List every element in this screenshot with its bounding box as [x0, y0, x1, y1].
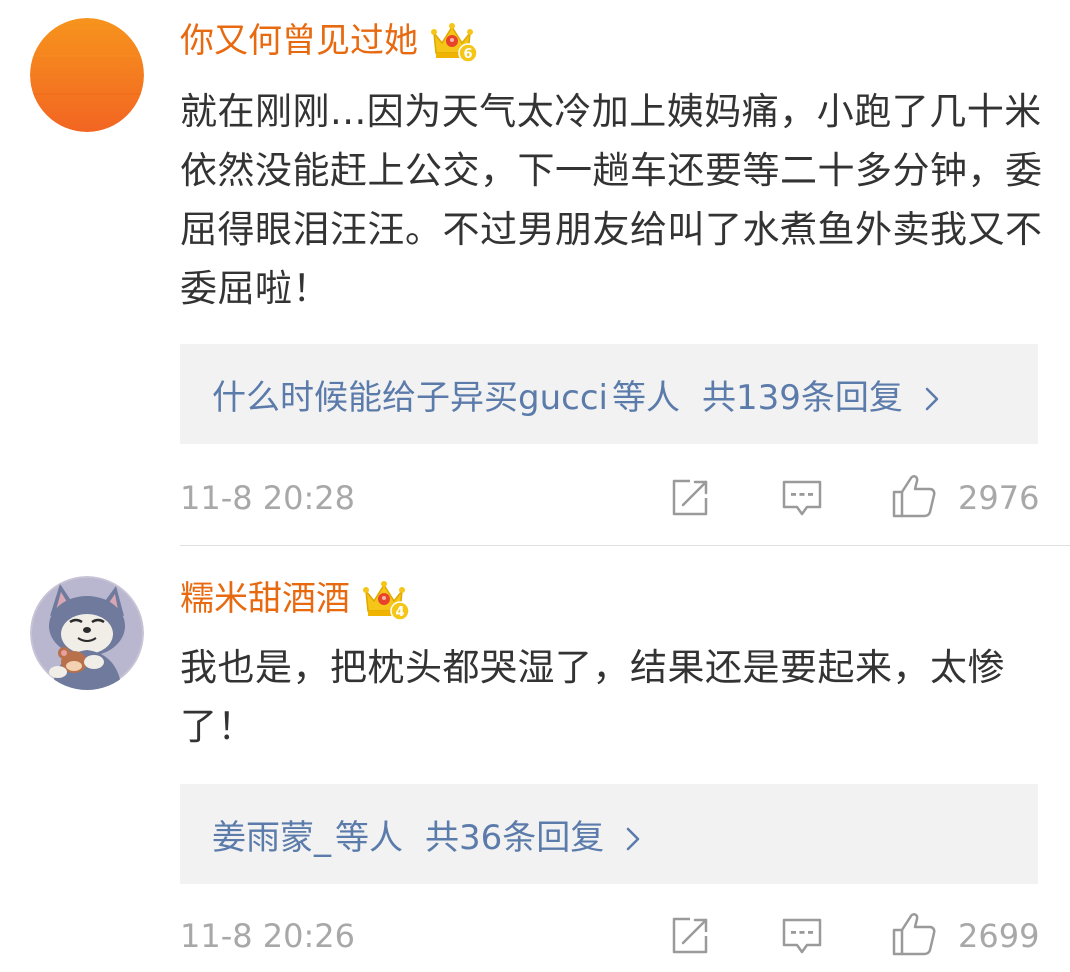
- comment-icon[interactable]: [780, 476, 824, 520]
- comment-text: 我也是，把枕头都哭湿了，结果还是要起来，太惨了！: [180, 646, 1005, 748]
- username[interactable]: 你又何曾见过她: [180, 16, 418, 66]
- reply-count[interactable]: 共139条回复: [702, 370, 903, 419]
- cartoon-cat-avatar: [30, 576, 144, 690]
- comment-item: 你又何曾见过她 6 就在刚刚...因为天气太冷加上姨妈痛，小跑了几十米依然没能赶…: [0, 0, 1070, 545]
- like-count: 2699: [958, 917, 1040, 955]
- username-row: 你又何曾见过她 6: [180, 16, 478, 66]
- svg-text:6: 6: [463, 47, 472, 62]
- orange-circle-avatar: [30, 18, 144, 132]
- replies-link[interactable]: 什么时候能给子异买gucci 等人 共139条回复: [180, 344, 1038, 444]
- comment-footer: 11-8 20:26 2699: [180, 906, 1040, 966]
- comment-text: 就在刚刚...因为天气太冷加上姨妈痛，小跑了几十米依然没能赶上公交，下一趟车还要…: [180, 90, 1043, 310]
- timestamp: 11-8 20:28: [180, 479, 356, 517]
- replies-link[interactable]: 姜雨蒙_ 等人 共36条回复: [180, 784, 1038, 884]
- crown-icon[interactable]: 6: [428, 19, 478, 63]
- comment-icon[interactable]: [780, 914, 824, 958]
- username[interactable]: 糯米甜酒酒: [180, 574, 350, 624]
- crown-icon[interactable]: 4: [360, 577, 410, 621]
- reply-count[interactable]: 共36条回复: [425, 810, 604, 859]
- reply-users[interactable]: 姜雨蒙_: [212, 810, 331, 859]
- like-count: 2976: [958, 479, 1040, 517]
- share-icon[interactable]: [668, 476, 712, 520]
- reply-suffix: 等人: [611, 377, 680, 418]
- username-row: 糯米甜酒酒 4: [180, 574, 410, 624]
- avatar[interactable]: [30, 576, 144, 690]
- comment-item: 糯米甜酒酒 4 我也是，把枕头都哭湿了，结果还是要起来，太惨了！ 姜雨蒙_ 等人…: [0, 546, 1070, 972]
- comment-footer: 11-8 20:28 2976: [180, 468, 1040, 528]
- share-icon[interactable]: [668, 914, 712, 958]
- reply-users[interactable]: 什么时候能给子异买gucci: [212, 370, 608, 419]
- chevron-right-icon: [925, 381, 939, 411]
- svg-text:4: 4: [395, 605, 404, 620]
- reply-suffix: 等人: [335, 817, 403, 858]
- timestamp: 11-8 20:26: [180, 917, 356, 955]
- thumbs-up-icon[interactable]: [890, 472, 938, 520]
- thumbs-up-icon[interactable]: [890, 910, 938, 958]
- chevron-right-icon: [626, 821, 640, 851]
- avatar[interactable]: [30, 18, 144, 132]
